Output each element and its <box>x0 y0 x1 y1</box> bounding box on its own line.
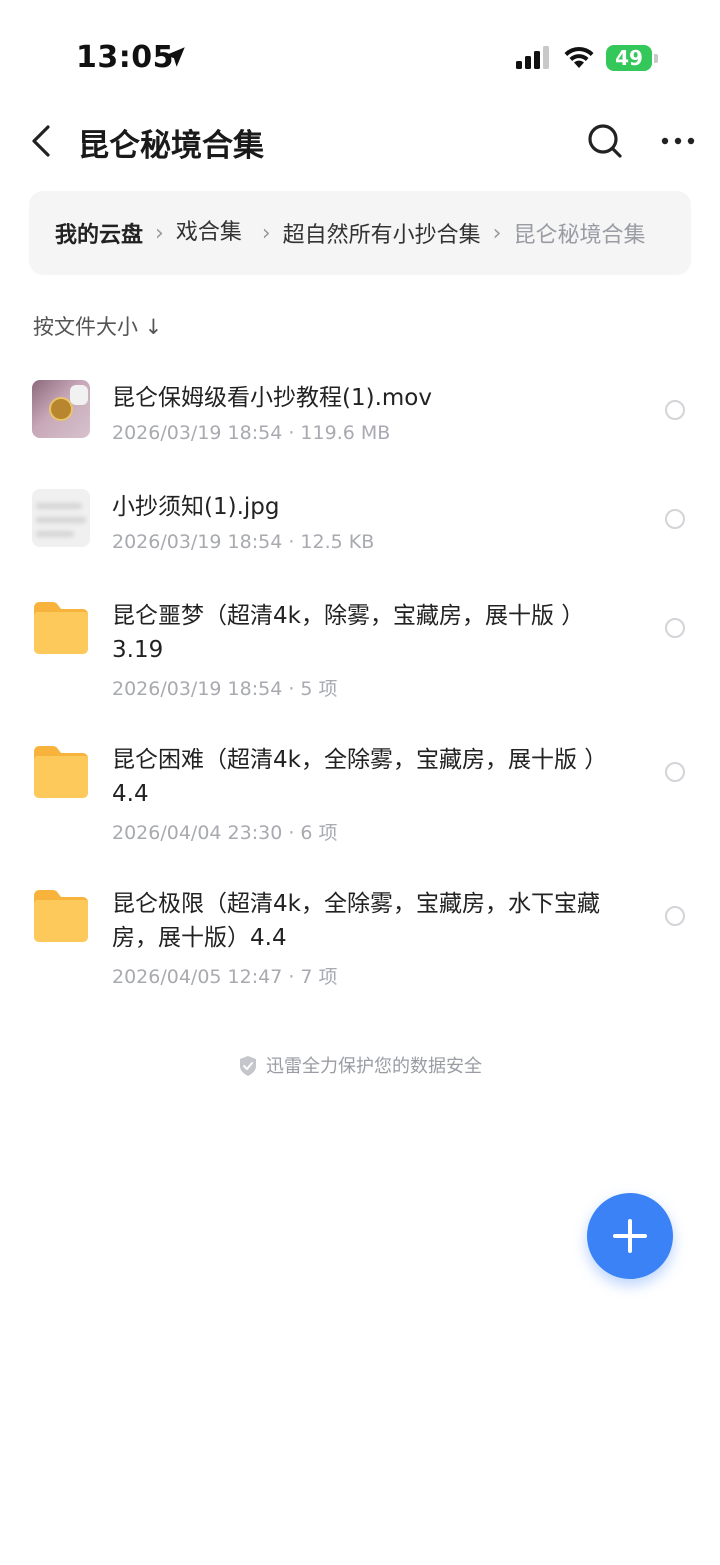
breadcrumb-item-current: 昆仑秘境合集 <box>513 223 646 248</box>
blur-line <box>36 531 74 537</box>
image-thumbnail <box>32 489 90 547</box>
folder-icon <box>34 746 88 798</box>
battery-indicator: 49 <box>606 45 658 71</box>
file-meta: 2026/04/04 23:30 · 6 项 <box>112 822 338 844</box>
plus-icon <box>613 1219 647 1253</box>
breadcrumb-item-game-collection[interactable]: 戏合集 <box>176 214 250 252</box>
list-item[interactable]: 昆仑噩梦（超清4k，除雾，宝藏房，展十版 ）3.19 2026/03/19 18… <box>0 588 720 718</box>
select-radio[interactable] <box>665 906 685 926</box>
battery-percent: 49 <box>615 46 643 70</box>
sort-by-size-button[interactable]: 按文件大小 ↓ <box>33 311 162 341</box>
list-item[interactable]: 昆仑困难（超清4k，全除雾，宝藏房，展十版 ）4.4 2026/04/04 23… <box>0 732 720 862</box>
status-time: 13:05 <box>76 40 174 75</box>
file-meta: 2026/03/19 18:54 · 119.6 MB <box>112 422 391 444</box>
shield-icon <box>240 1056 256 1076</box>
security-note-text: 迅雷全力保护您的数据安全 <box>266 1056 482 1077</box>
mask-image <box>70 385 88 405</box>
blur-line <box>36 503 82 509</box>
breadcrumb: 我的云盘 › 戏合集 › 超自然所有小抄合集 › 昆仑秘境合集 <box>29 191 691 275</box>
breadcrumb-separator-icon: › <box>261 220 271 246</box>
status-bar: 13:05 49 <box>0 0 720 110</box>
file-meta: 2026/04/05 12:47 · 7 项 <box>112 966 338 988</box>
video-thumbnail <box>32 380 90 438</box>
breadcrumb-item-supernatural[interactable]: 超自然所有小抄合集 <box>283 217 481 249</box>
file-meta: 2026/03/19 18:54 · 5 项 <box>112 678 338 700</box>
select-radio[interactable] <box>665 618 685 638</box>
back-icon[interactable] <box>28 124 54 158</box>
file-name: 小抄须知(1).jpg <box>112 494 280 520</box>
file-meta: 2026/03/19 18:54 · 12.5 KB <box>112 531 375 553</box>
battery-cap <box>654 54 658 63</box>
more-icon[interactable] <box>660 128 696 154</box>
file-name: 昆仑困难（超清4k，全除雾，宝藏房，展十版 ）4.4 <box>112 747 608 807</box>
cellular-signal-icon <box>516 46 549 69</box>
page-title: 昆仑秘境合集 <box>78 128 264 164</box>
list-item[interactable]: 小抄须知(1).jpg 2026/03/19 18:54 · 12.5 KB <box>0 479 720 579</box>
file-name: 昆仑噩梦（超清4k，除雾，宝藏房，展十版 ）3.19 <box>112 603 585 663</box>
security-note: 迅雷全力保护您的数据安全 <box>0 1052 720 1078</box>
header: 昆仑秘境合集 <box>0 110 720 174</box>
folder-icon <box>34 602 88 654</box>
folder-icon <box>34 890 88 942</box>
breadcrumb-separator-icon: › <box>492 220 502 246</box>
select-radio[interactable] <box>665 400 685 420</box>
list-item[interactable]: 昆仑极限（超清4k，全除雾，宝藏房，水下宝藏房，展十版）4.4 2026/04/… <box>0 876 720 1006</box>
wifi-icon <box>564 46 594 68</box>
list-item[interactable]: 昆仑保姆级看小抄教程(1).mov 2026/03/19 18:54 · 119… <box>0 370 720 470</box>
select-radio[interactable] <box>665 762 685 782</box>
add-button[interactable] <box>587 1193 673 1279</box>
breadcrumb-separator-icon: › <box>155 220 164 246</box>
blur-line <box>36 517 86 523</box>
select-radio[interactable] <box>665 509 685 529</box>
file-name: 昆仑极限（超清4k，全除雾，宝藏房，水下宝藏房，展十版）4.4 <box>112 891 600 951</box>
search-icon[interactable] <box>586 122 624 160</box>
breadcrumb-item-my-cloud[interactable]: 我的云盘 <box>55 217 143 249</box>
location-arrow-icon <box>165 47 185 67</box>
file-name: 昆仑保姆级看小抄教程(1).mov <box>112 385 432 411</box>
